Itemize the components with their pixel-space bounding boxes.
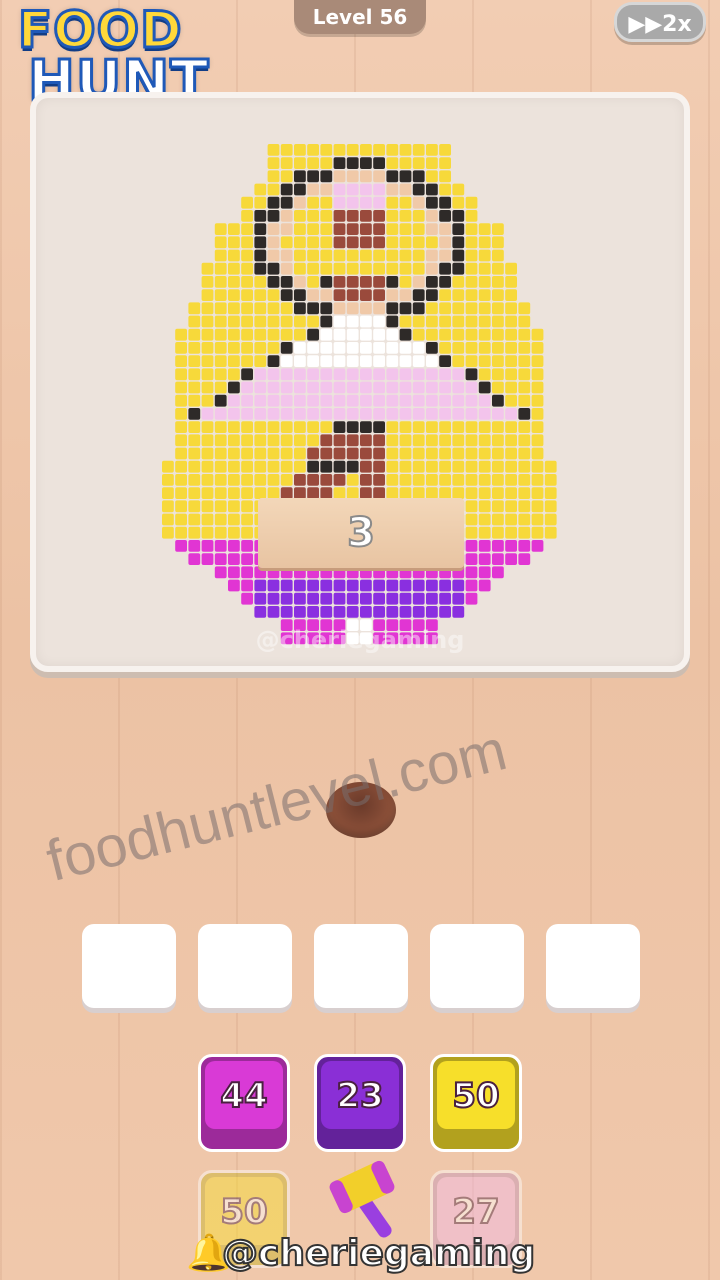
- pixel-art-ballerina: [162, 144, 557, 645]
- empty-slot[interactable]: [430, 924, 524, 1008]
- hammer-icon[interactable]: [318, 1160, 414, 1240]
- empty-slot[interactable]: [314, 924, 408, 1008]
- footer-handle: @cheriegaming: [221, 1232, 536, 1275]
- tile-label: 50: [437, 1061, 515, 1129]
- picture-board: [30, 92, 690, 672]
- tile-yellow[interactable]: 50: [430, 1054, 522, 1152]
- board-watermark: @cheriegaming: [255, 626, 465, 654]
- remaining-count-sign: 3: [258, 498, 464, 568]
- remaining-count: 3: [346, 509, 376, 557]
- tile-label: 44: [205, 1061, 283, 1129]
- tile-label: 23: [321, 1061, 399, 1129]
- site-watermark: foodhuntlevel.com: [40, 717, 513, 895]
- empty-slot[interactable]: [198, 924, 292, 1008]
- empty-slot[interactable]: [82, 924, 176, 1008]
- level-indicator: Level 56: [294, 0, 426, 34]
- tile-magenta[interactable]: 44: [198, 1054, 290, 1152]
- bell-icon: 🔔: [186, 1233, 231, 1274]
- empty-slot[interactable]: [546, 924, 640, 1008]
- footer-credit: 🔔@cheriegaming: [186, 1232, 536, 1280]
- speed-2x-button[interactable]: ▶▶2x: [614, 2, 706, 42]
- tile-purple[interactable]: 23: [314, 1054, 406, 1152]
